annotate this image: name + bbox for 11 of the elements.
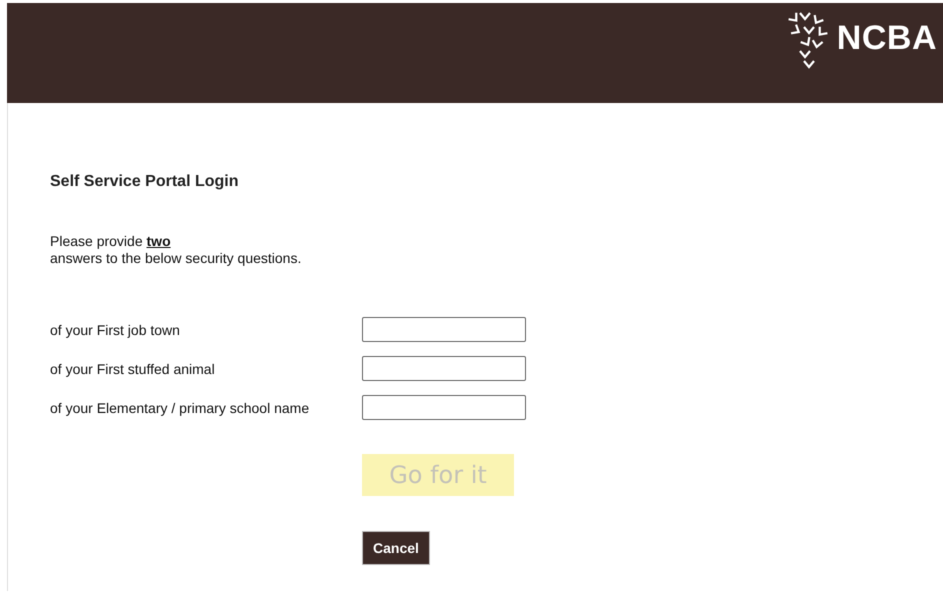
intro-text: answers to the below security questions. [50, 250, 302, 267]
cancel-button[interactable]: Cancel [362, 531, 430, 565]
answer-field[interactable] [362, 395, 526, 420]
page-title: Self Service Portal Login [50, 173, 240, 191]
answer-field[interactable] [362, 317, 526, 342]
question-label: of your Elementary / primary school name [50, 400, 310, 416]
logo-text: NCBA [836, 21, 937, 55]
question-label: of your First job town [50, 322, 181, 338]
answer-field[interactable] [362, 356, 526, 381]
intro-text: Please provide two [50, 233, 171, 250]
question-label: of your First stuffed animal [50, 360, 216, 376]
